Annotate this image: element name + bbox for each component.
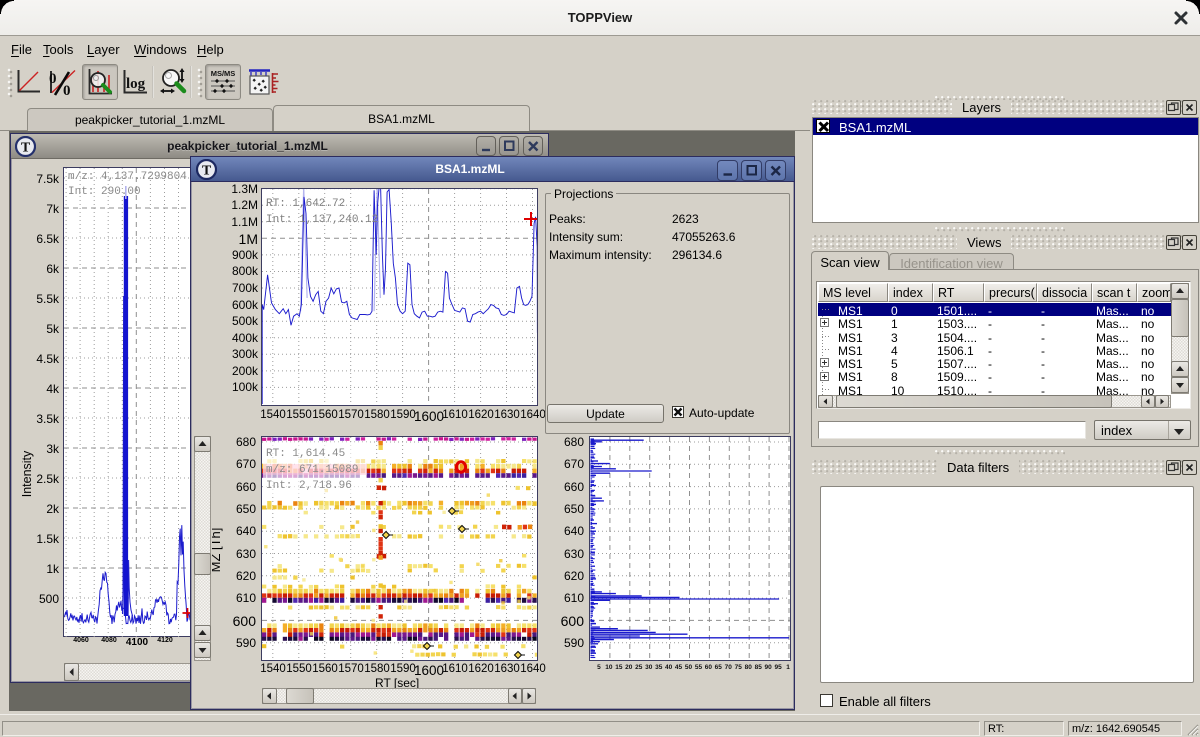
svg-text:0: 0 bbox=[49, 71, 57, 87]
svg-text:15: 15 bbox=[615, 664, 623, 671]
svg-text:T: T bbox=[202, 164, 212, 179]
svg-text:MZ [Th]: MZ [Th] bbox=[212, 528, 223, 573]
svg-text:1: 1 bbox=[786, 664, 790, 671]
svg-text:25: 25 bbox=[635, 664, 643, 671]
svg-text:65: 65 bbox=[715, 664, 723, 671]
svg-text:80: 80 bbox=[745, 664, 753, 671]
svg-text:5: 5 bbox=[597, 664, 601, 671]
svg-text:30: 30 bbox=[645, 664, 653, 671]
svg-text:90: 90 bbox=[764, 664, 772, 671]
svg-text:Intensity: Intensity bbox=[22, 450, 34, 497]
svg-text:75: 75 bbox=[735, 664, 743, 671]
svg-text:0: 0 bbox=[63, 83, 71, 96]
svg-text:85: 85 bbox=[755, 664, 763, 671]
svg-text:10: 10 bbox=[605, 664, 613, 671]
svg-text:95: 95 bbox=[774, 664, 782, 671]
svg-text:60: 60 bbox=[705, 664, 713, 671]
svg-text:45: 45 bbox=[675, 664, 683, 671]
svg-text:40: 40 bbox=[665, 664, 673, 671]
svg-text:70: 70 bbox=[725, 664, 733, 671]
svg-text:35: 35 bbox=[655, 664, 663, 671]
svg-text:50: 50 bbox=[685, 664, 693, 671]
svg-text:55: 55 bbox=[695, 664, 703, 671]
svg-text:MS/MS: MS/MS bbox=[211, 69, 236, 78]
svg-text:20: 20 bbox=[625, 664, 633, 671]
svg-text:log: log bbox=[126, 76, 146, 92]
